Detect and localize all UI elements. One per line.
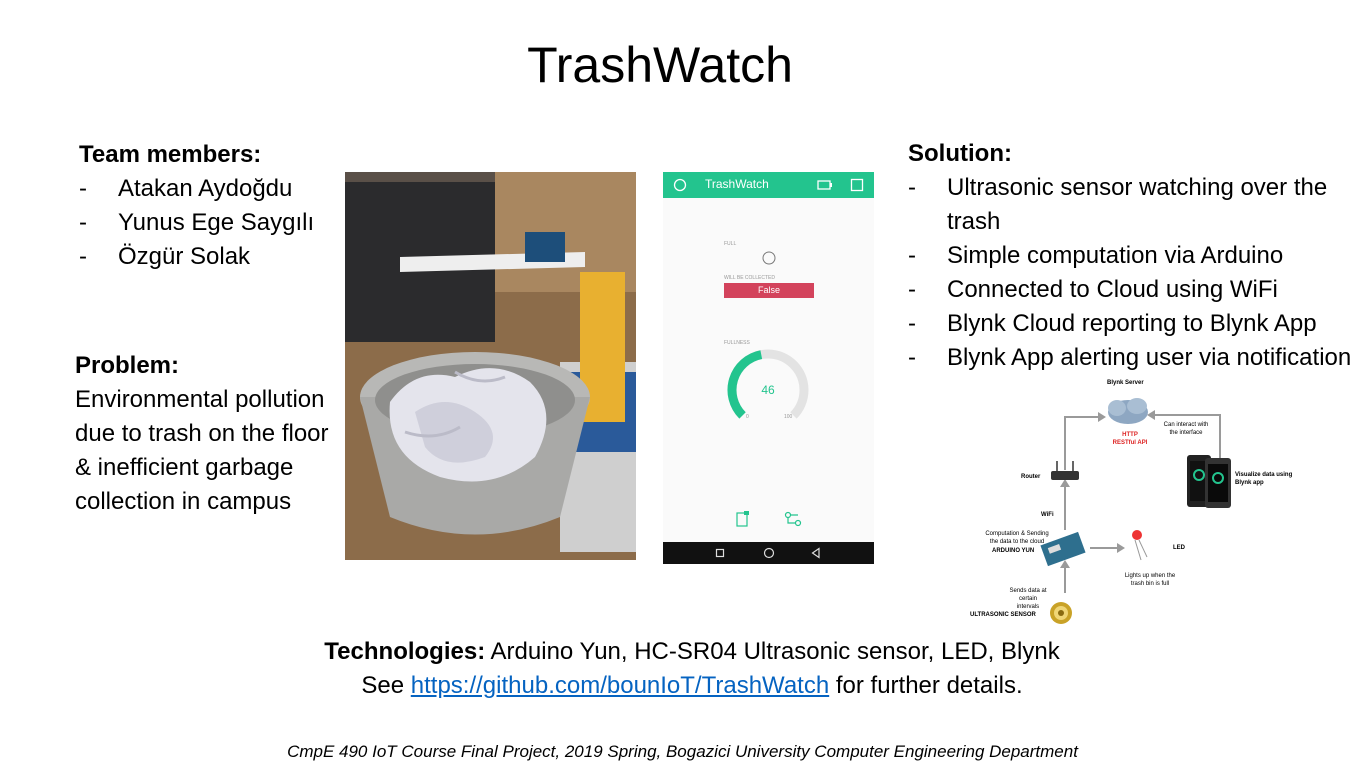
team-member: - Atakan Aydoğdu	[79, 175, 293, 202]
sends-label: Sends data at certain intervals	[1009, 588, 1047, 610]
app-menu-icon[interactable]	[673, 178, 687, 192]
technologies-heading: Technologies:	[324, 638, 486, 665]
computation-label: Computation & Sending the data to the cl…	[985, 531, 1049, 545]
led-note-label: Lights up when the trash bin is full	[1124, 573, 1176, 587]
device-tab-icon[interactable]	[735, 510, 751, 528]
details-text: for further details.	[835, 672, 1023, 699]
see-text: See	[361, 672, 405, 699]
collected-label: WILL BE COLLECTED	[724, 275, 775, 281]
sensor-label: ULTRASONIC SENSOR	[970, 612, 1036, 618]
visualize-label: Visualize data using Blynk app	[1235, 472, 1293, 486]
problem-heading: Problem:	[75, 352, 180, 379]
solution-section: Solution: - Ultrasonic sensor watching ov…	[908, 137, 1358, 375]
square-icon[interactable]	[850, 178, 864, 192]
technologies-line: Technologies: Arduino Yun, HC-SR04 Ultra…	[0, 635, 1365, 669]
team-member: - Yunus Ege Saygılı	[79, 209, 315, 236]
phones-icon	[1187, 455, 1231, 508]
solution-item: - Connected to Cloud using WiFi	[908, 276, 1278, 303]
blynk-app-screenshot: TrashWatch FULL WILL BE COLLECTED False …	[663, 172, 874, 564]
gauge-min: 0	[746, 414, 749, 420]
solution-item: - Simple computation via Arduino	[908, 242, 1284, 269]
gauge-value: 46	[761, 383, 775, 397]
technologies-list: Arduino Yun, HC-SR04 Ultrasonic sensor, …	[490, 638, 1060, 665]
home-icon[interactable]	[763, 547, 775, 559]
app-header: TrashWatch	[663, 172, 874, 198]
ultrasonic-sensor-icon	[1050, 602, 1072, 624]
problem-section: Problem: Environmental pollution due to …	[75, 349, 337, 519]
android-nav-bar	[663, 542, 874, 564]
api-label: HTTP RESTful API	[1112, 432, 1148, 446]
problem-text: Environmental pollution due to trash on …	[75, 386, 329, 515]
collected-value[interactable]: False	[724, 283, 814, 298]
back-icon[interactable]	[810, 547, 822, 559]
arduino-label: ARDUINO YUN	[992, 548, 1035, 554]
battery-icon[interactable]	[817, 179, 833, 191]
technologies-section: Technologies: Arduino Yun, HC-SR04 Ultra…	[0, 635, 1365, 703]
github-link[interactable]: https://github.com/bounIoT/TrashWatch	[411, 672, 829, 699]
slide-title: TrashWatch	[527, 37, 793, 93]
led-icon	[1132, 530, 1148, 561]
gauge-max: 100	[784, 414, 793, 420]
router-label: Router	[1021, 474, 1041, 480]
team-list: - Atakan Aydoğdu - Yunus Ege Saygılı - Özgü…	[79, 172, 339, 274]
full-label: FULL	[724, 241, 737, 247]
fullness-gauge: 46 0 100	[727, 349, 809, 420]
footer-note: CmpE 490 IoT Course Final Project, 2019 …	[287, 742, 1078, 761]
app-title: TrashWatch	[705, 177, 769, 191]
solution-list: - Ultrasonic sensor watching over the tra…	[908, 171, 1358, 375]
team-section: Team members: - Atakan Aydoğdu - Yunus Ege…	[79, 138, 339, 274]
details-line: See https://github.com/bounIoT/TrashWatc…	[0, 669, 1365, 703]
team-member: - Özgür Solak	[79, 243, 251, 270]
recents-icon[interactable]	[715, 548, 725, 558]
full-led-icon	[762, 251, 776, 265]
solution-item: - Blynk Cloud reporting to Blynk App	[908, 310, 1317, 337]
cloud-icon	[1108, 398, 1148, 424]
wifi-label: WiFi	[1041, 512, 1054, 518]
trash-bin-photo	[345, 172, 636, 560]
team-heading: Team members:	[79, 141, 262, 168]
solution-heading: Solution:	[908, 140, 1012, 167]
blynk-server-label: Blynk Server	[1107, 380, 1144, 386]
interact-label: Can interact with the interface	[1163, 422, 1209, 436]
eventor-tab-icon[interactable]	[784, 510, 802, 528]
solution-item: - Ultrasonic sensor watching over the tra…	[908, 174, 1328, 235]
solution-item: - Blynk App alerting user via notificatio…	[908, 344, 1352, 371]
led-label: LED	[1173, 545, 1185, 551]
architecture-diagram: Blynk Server HTTP RESTful API Can intera…	[965, 375, 1295, 630]
